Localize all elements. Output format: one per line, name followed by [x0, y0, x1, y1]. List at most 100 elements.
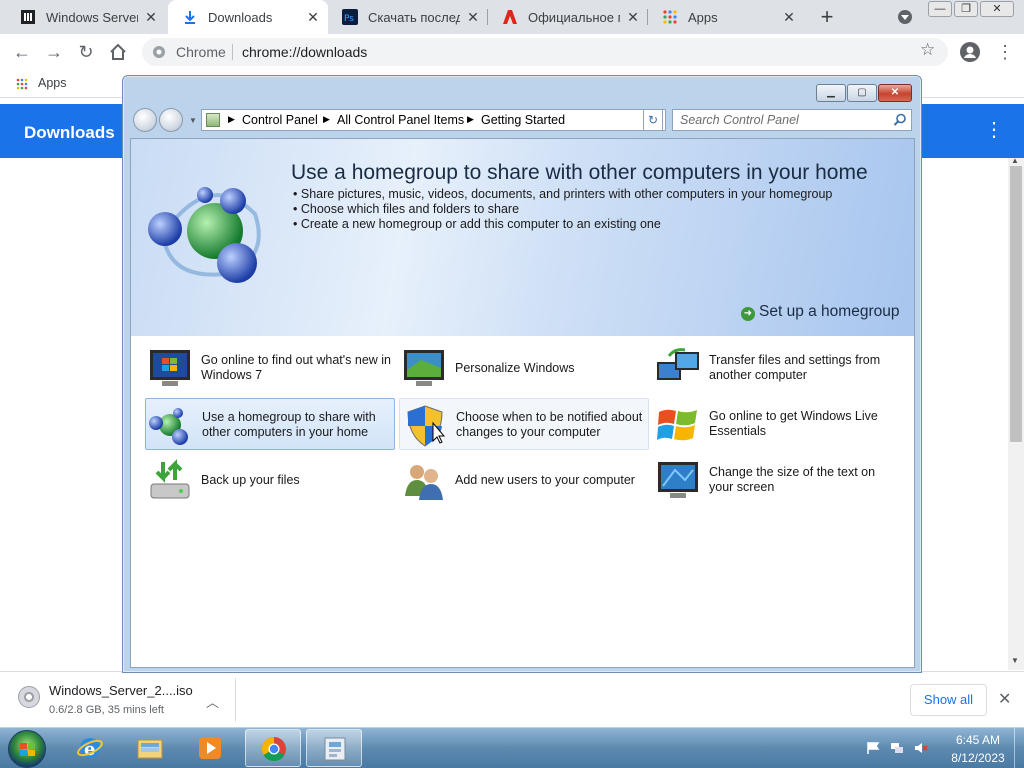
breadcrumb-arrow-icon[interactable]: ▶: [228, 114, 235, 125]
clock-date[interactable]: 8/12/2023: [946, 751, 1010, 765]
chrome-menu-icon[interactable]: ⋮: [996, 42, 1014, 62]
windows7-monitor-icon: [150, 350, 190, 386]
homegroup-illustration-icon: [148, 187, 261, 283]
bookmark-label: Apps: [38, 76, 67, 90]
refresh-icon[interactable]: ↻: [643, 109, 663, 131]
task-live-essentials[interactable]: Go online to get Windows Live Essentials: [653, 398, 903, 450]
page-scrollbar[interactable]: ▲ ▼: [1008, 156, 1024, 670]
new-tab-button[interactable]: +: [814, 4, 840, 30]
download-item[interactable]: Windows_Server_2....iso 0.6/2.8 GB, 35 m…: [8, 676, 228, 724]
control-panel-window: ▁ ▢ ✕ ▼ ▶ Control Panel ▶ All Control Pa…: [122, 75, 922, 673]
start-button[interactable]: [8, 730, 46, 768]
action-center-flag-icon[interactable]: [866, 741, 880, 755]
adobe-icon: [503, 10, 517, 24]
url-text[interactable]: chrome://downloads: [242, 44, 367, 60]
scroll-down-icon[interactable]: ▼: [1011, 656, 1019, 665]
close-icon[interactable]: ✕: [466, 9, 480, 26]
homegroup-banner: Use a homegroup to share with other comp…: [131, 139, 914, 336]
profile-avatar-icon[interactable]: [960, 42, 980, 62]
task-uac[interactable]: Choose when to be notified about changes…: [399, 398, 649, 450]
search-icon[interactable]: [893, 113, 907, 127]
close-icon[interactable]: ✕: [306, 9, 320, 26]
volume-muted-icon[interactable]: [914, 741, 928, 755]
chevron-up-icon[interactable]: ︿: [206, 692, 219, 711]
banner-bullet-text: Choose which files and folders to share: [300, 202, 520, 216]
task-homegroup[interactable]: Use a homegroup to share with other comp…: [145, 398, 395, 450]
download-status: 0.6/2.8 GB, 35 mins left: [49, 704, 164, 716]
tab-ofitsialnoe[interactable]: Официальное пр ✕: [488, 0, 648, 34]
back-button[interactable]: ←: [10, 40, 34, 64]
breadcrumb-arrow-icon[interactable]: ▶: [467, 114, 474, 125]
taskbar-chrome[interactable]: [245, 729, 301, 767]
clock-time[interactable]: 6:45 AM: [950, 733, 1006, 747]
task-label: Add new users to your computer: [455, 472, 635, 487]
tab-search-icon[interactable]: [898, 10, 912, 24]
breadcrumb-arrow-icon[interactable]: ▶: [323, 114, 330, 125]
maximize-button[interactable]: ❐: [954, 1, 978, 17]
cp-search-box[interactable]: Search Control Panel: [672, 109, 912, 131]
minimize-button[interactable]: —: [928, 1, 952, 17]
windows-flag-icon: [657, 409, 697, 441]
scroll-thumb[interactable]: [1010, 166, 1022, 442]
close-icon[interactable]: ✕: [782, 9, 796, 26]
show-desktop-button[interactable]: [1014, 728, 1024, 768]
bookmark-apps[interactable]: Apps: [10, 72, 70, 96]
explorer-folder-icon: [137, 739, 163, 759]
tab-apps[interactable]: Apps ✕: [648, 0, 804, 34]
tab-downloads[interactable]: Downloads ✕: [168, 0, 328, 34]
internet-explorer-icon: e: [77, 738, 103, 760]
tab-skachat[interactable]: Ps Скачать последн ✕: [328, 0, 488, 34]
banner-bullet-text: Share pictures, music, videos, documents…: [300, 187, 833, 201]
apps-grid-icon: [16, 78, 28, 90]
taskbar-control-panel[interactable]: [306, 729, 362, 767]
window-close-button[interactable]: ✕: [980, 1, 1014, 17]
more-actions-icon[interactable]: ⋮: [984, 120, 1004, 140]
banner-bullet: • Choose which files and folders to shar…: [293, 202, 520, 216]
task-label: Use a homegroup to share with other comp…: [202, 410, 376, 439]
home-icon: [110, 43, 126, 60]
network-icon[interactable]: [890, 741, 904, 755]
svg-text:Ps: Ps: [344, 14, 354, 24]
task-personalize[interactable]: Personalize Windows: [399, 342, 649, 394]
bookmark-star-icon[interactable]: ☆: [920, 40, 935, 60]
apps-grid-icon: [663, 10, 677, 24]
browser-toolbar: ← → ↻ Chrome chrome://downloads: [0, 34, 1024, 70]
home-button[interactable]: [106, 40, 130, 64]
setup-homegroup-link[interactable]: Set up a homegroup: [759, 303, 899, 321]
close-icon[interactable]: ✕: [144, 9, 158, 26]
taskbar-explorer[interactable]: [122, 729, 178, 767]
cp-forward-button[interactable]: [159, 108, 183, 132]
reload-button[interactable]: ↻: [74, 40, 98, 64]
task-whats-new[interactable]: Go online to find out what's new in Wind…: [145, 342, 395, 394]
tab-windows-server[interactable]: Windows Server 2 ✕: [6, 0, 166, 34]
show-all-button[interactable]: Show all: [910, 684, 987, 716]
breadcrumb-getting-started[interactable]: Getting Started: [481, 113, 565, 127]
green-arrow-icon: ➜: [741, 307, 755, 321]
address-bar[interactable]: Chrome chrome://downloads: [142, 38, 948, 66]
task-backup[interactable]: Back up your files: [145, 454, 395, 506]
page-title: Downloads: [24, 123, 115, 142]
cp-minimize-button[interactable]: ▁: [816, 84, 846, 102]
task-text-size[interactable]: Change the size of the text on your scre…: [653, 454, 903, 506]
close-icon[interactable]: ✕: [998, 689, 1011, 709]
taskbar-media-player[interactable]: [182, 729, 238, 767]
breadcrumb-all-items[interactable]: All Control Panel Items: [337, 113, 464, 127]
close-icon[interactable]: ✕: [626, 9, 640, 26]
task-transfer[interactable]: Transfer files and settings from another…: [653, 342, 903, 394]
forward-button[interactable]: →: [42, 40, 66, 64]
personalize-monitor-icon: [404, 350, 444, 386]
chrome-page-icon: [153, 46, 165, 58]
taskbar-ie[interactable]: e: [62, 729, 118, 767]
breadcrumb-control-panel[interactable]: Control Panel: [242, 113, 318, 127]
windows-logo-icon: [20, 743, 35, 756]
homegroup-icon: [149, 408, 188, 445]
cp-maximize-button[interactable]: ▢: [847, 84, 877, 102]
cp-address-bar[interactable]: ▶ Control Panel ▶ All Control Panel Item…: [201, 109, 666, 131]
cp-back-button[interactable]: [133, 108, 157, 132]
task-add-users[interactable]: Add new users to your computer: [399, 454, 649, 506]
scroll-up-icon[interactable]: ▲: [1011, 156, 1019, 165]
forward-arrow-icon: →: [45, 42, 63, 62]
cp-close-button[interactable]: ✕: [878, 84, 912, 102]
recent-pages-icon[interactable]: ▼: [189, 116, 197, 125]
tab-label: Windows Server 2: [46, 9, 138, 25]
